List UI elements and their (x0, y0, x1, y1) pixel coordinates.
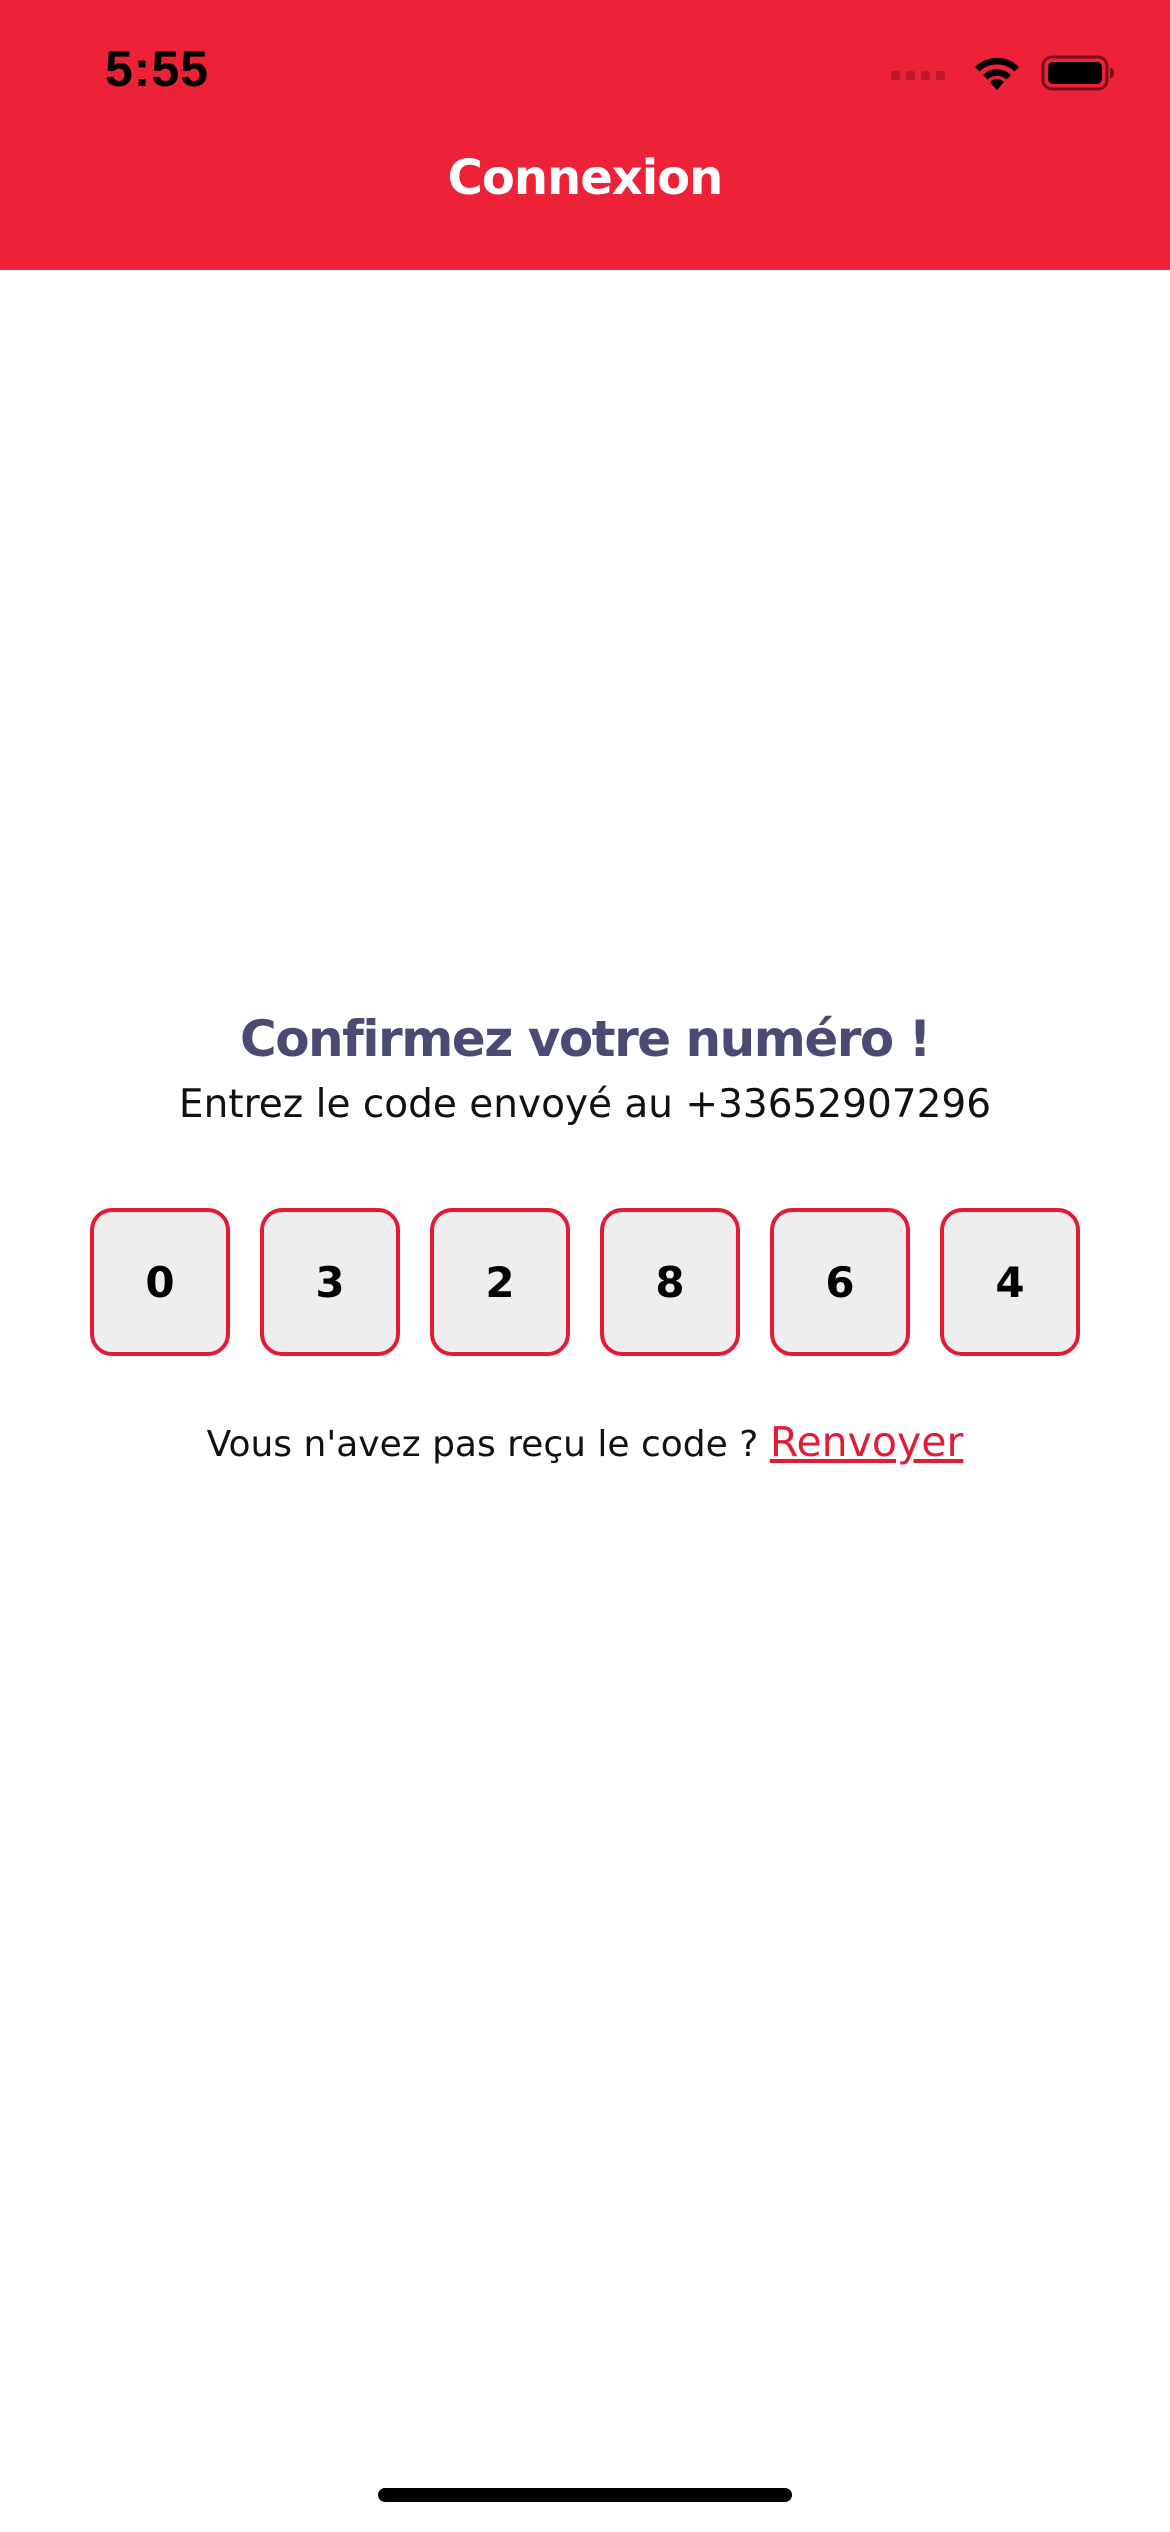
signal-icon (891, 70, 945, 80)
otp-digit-box-1[interactable]: 0 (90, 1208, 230, 1356)
page-title: Connexion (447, 150, 724, 206)
confirm-subtitle: Entrez le code envoyé au +33652907296 (178, 1082, 992, 1127)
wifi-icon (971, 54, 1023, 97)
otp-digit-box-5[interactable]: 6 (770, 1208, 910, 1356)
otp-digit-box-6[interactable]: 4 (940, 1208, 1080, 1356)
resend-prompt: Vous n'avez pas reçu le code ? (206, 1424, 759, 1465)
otp-code-input: 0 3 2 8 6 4 (90, 1208, 1080, 1356)
battery-icon (1041, 54, 1115, 97)
resend-link[interactable]: Renvoyer (770, 1418, 964, 1466)
status-bar-time: 5:55 (105, 41, 210, 97)
app-header: 5:55 Connexion (0, 0, 1170, 270)
otp-digit-box-2[interactable]: 3 (260, 1208, 400, 1356)
confirm-heading: Confirmez votre numéro ! (240, 1010, 931, 1068)
resend-row: Vous n'avez pas reçu le code ? Renvoyer (0, 1418, 1170, 1466)
status-bar-icons (891, 50, 1115, 100)
otp-digit-box-3[interactable]: 2 (430, 1208, 570, 1356)
home-indicator[interactable] (378, 2488, 792, 2502)
otp-confirm-screen: 5:55 Connexion Confirmez votre numéro ! … (0, 0, 1170, 2532)
otp-digit-box-4[interactable]: 8 (600, 1208, 740, 1356)
